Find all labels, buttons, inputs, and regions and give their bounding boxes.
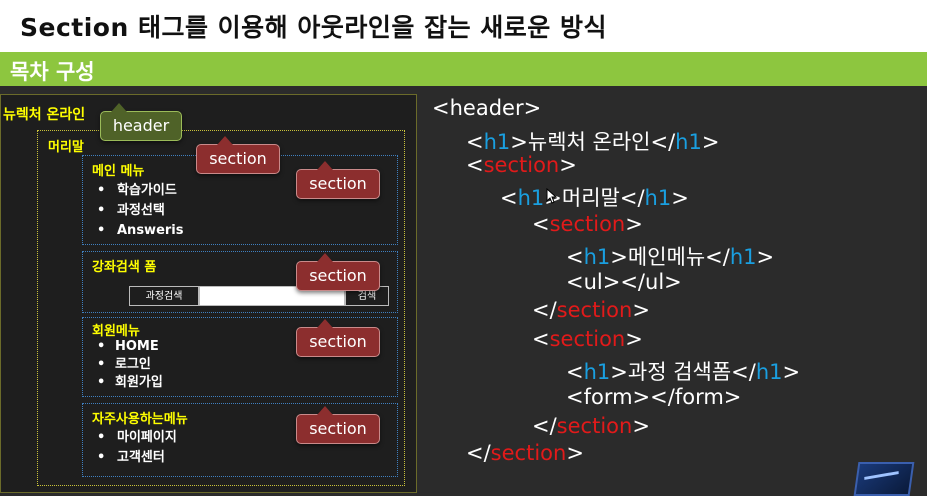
code-line: <header> (432, 96, 542, 120)
section-callout: section (296, 161, 380, 199)
code-line: </section> (532, 414, 650, 438)
frequent-list: 마이페이지 고객센터 (83, 428, 177, 468)
search-label: 과정검색 (129, 286, 199, 306)
header-label: 머리말 (48, 140, 84, 155)
frequent-title: 자주사용하는메뉴 (92, 412, 188, 427)
code-line: <section> (532, 212, 643, 236)
code-line: <h1>메인메뉴</h1> (566, 245, 775, 269)
code-line: </section> (532, 298, 650, 322)
list-item: 과정선택 (83, 201, 184, 221)
page-title: Section 태그를 이용해 아웃라인을 잡는 새로운 방식 (20, 13, 607, 42)
code-line: <section> (532, 327, 643, 351)
code-line: <h1>과정 검색폼</h1> (566, 360, 801, 384)
search-title: 강좌검색 폼 (92, 260, 157, 275)
code-line: </section> (466, 441, 584, 465)
list-item: 로그인 (83, 356, 163, 374)
code-line: <form></form> (566, 385, 742, 409)
menu-list: 학습가이드 과정선택 Answeris (83, 181, 184, 241)
menu-title: 메인 메뉴 (92, 164, 145, 179)
code-line: <section> (466, 153, 577, 177)
section-callout: section (196, 136, 280, 174)
member-list: HOME 로그인 회원가입 (83, 338, 163, 392)
list-item: 회원가입 (83, 374, 163, 392)
member-title: 회원메뉴 (92, 324, 140, 339)
subtitle-bar: 목차 구성 (0, 52, 927, 86)
section-callout: section (296, 406, 380, 444)
code-line: <ul></ul> (566, 270, 682, 294)
code-line: <h1>머리말</h1> (500, 186, 689, 210)
section-callout: section (296, 253, 380, 291)
list-item: Answeris (83, 221, 184, 241)
code-line: <h1>뉴렉처 온라인</h1> (466, 130, 720, 154)
list-item: 고객센터 (83, 448, 177, 468)
site-title-label: 뉴렉처 온라인 (3, 107, 86, 123)
subtitle: 목차 구성 (10, 60, 95, 84)
title-bar: Section 태그를 이용해 아웃라인을 잡는 새로운 방식 (0, 0, 927, 52)
list-item: 학습가이드 (83, 181, 184, 201)
mouse-cursor-icon (546, 188, 558, 204)
section-callout: section (296, 319, 380, 357)
slide-logo-icon (853, 462, 915, 496)
list-item: HOME (83, 338, 163, 356)
list-item: 마이페이지 (83, 428, 177, 448)
header-callout: header (100, 103, 182, 141)
